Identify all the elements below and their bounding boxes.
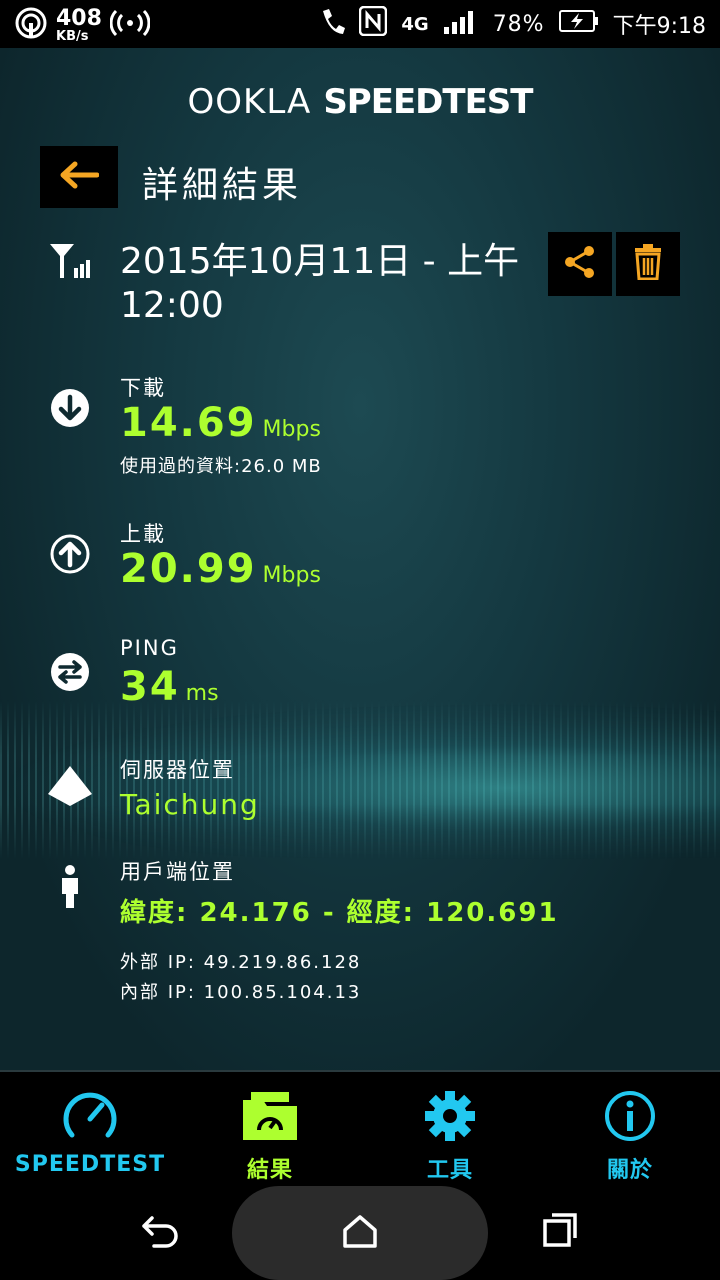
network-speed: 408 KB/s xyxy=(56,5,102,44)
test-datetime: 2015年10月11日 - 上午12:00 xyxy=(120,241,520,326)
ping-value: 34 ms xyxy=(120,664,219,710)
nav-tools-label: 工具 xyxy=(426,1158,473,1183)
back-arrow-icon xyxy=(140,1212,180,1252)
nav-results[interactable]: 結果 xyxy=(180,1072,360,1186)
ping-label: PING xyxy=(120,636,179,660)
data-used: 使用過的資料:26.0 MB xyxy=(120,456,322,477)
network-speed-value: 408 xyxy=(56,5,102,31)
server-location-icon xyxy=(46,764,94,808)
info-icon xyxy=(600,1088,660,1144)
network-speed-unit: KB/s xyxy=(56,28,89,44)
share-icon xyxy=(562,244,598,284)
server-label: 伺服器位置 xyxy=(120,758,235,782)
server-value: Taichung xyxy=(120,788,260,821)
system-home-button[interactable] xyxy=(232,1186,488,1280)
external-ip: 外部 IP: 49.219.86.128 xyxy=(120,952,362,973)
system-nav-bar xyxy=(0,1184,720,1280)
logo-brand: OOKLA xyxy=(187,82,312,122)
phone-signal-icon xyxy=(319,7,346,41)
network-type-badge: 4G xyxy=(401,13,429,35)
arrow-left-icon xyxy=(59,160,100,194)
nav-speedtest-label: SPEEDTEST xyxy=(14,1152,166,1177)
gear-icon xyxy=(420,1088,480,1144)
nfc-icon xyxy=(359,5,388,42)
client-coordinates: 緯度: 24.176 - 經度: 120.691 xyxy=(120,898,559,928)
nav-about-label: 關於 xyxy=(606,1158,653,1183)
download-speed: 14.69 xyxy=(120,400,257,446)
status-bar: 408 KB/s 4G 78% 下午9:18 xyxy=(0,0,720,48)
status-bar-left: 408 KB/s xyxy=(14,5,151,44)
upload-value: 20.99 Mbps xyxy=(120,546,321,592)
nav-results-label: 結果 xyxy=(246,1158,293,1183)
nav-about[interactable]: 關於 xyxy=(540,1072,720,1186)
wireless-broadcast-icon xyxy=(109,8,151,42)
logo-product: SPEEDTEST xyxy=(323,82,533,122)
recents-icon xyxy=(542,1212,578,1252)
results-folder-icon xyxy=(240,1088,300,1144)
cell-signal-icon xyxy=(443,7,479,41)
ping-ms: 34 xyxy=(120,664,180,710)
share-button[interactable] xyxy=(548,232,612,296)
internal-ip: 內部 IP: 100.85.104.13 xyxy=(120,982,362,1003)
bottom-nav: SPEEDTEST 結果 工具 關於 xyxy=(0,1070,720,1186)
download-label: 下載 xyxy=(120,376,166,400)
upload-speed: 20.99 xyxy=(120,546,257,592)
back-button[interactable] xyxy=(40,146,118,208)
upload-icon xyxy=(50,534,90,574)
battery-charging-icon xyxy=(558,9,599,39)
upload-label: 上載 xyxy=(120,522,166,546)
ping-icon xyxy=(50,652,90,692)
speedometer-icon xyxy=(60,1088,120,1144)
network-signal-icon xyxy=(48,240,94,280)
system-back-button[interactable] xyxy=(140,1212,180,1252)
upload-unit: Mbps xyxy=(262,563,321,588)
status-bar-right: 4G 78% 下午9:18 xyxy=(319,5,706,42)
nav-tools[interactable]: 工具 xyxy=(360,1072,540,1186)
delete-button[interactable] xyxy=(616,232,680,296)
download-value: 14.69 Mbps xyxy=(120,400,321,446)
hotspot-icon xyxy=(14,6,48,44)
trash-icon xyxy=(633,244,663,284)
battery-percent: 78% xyxy=(492,11,545,37)
client-label: 用戶端位置 xyxy=(120,860,235,884)
app-logo: OOKLA SPEEDTEST xyxy=(0,82,720,122)
download-unit: Mbps xyxy=(262,417,321,442)
home-icon xyxy=(342,1214,378,1252)
clock: 下午9:18 xyxy=(612,14,706,39)
download-icon xyxy=(50,388,90,428)
ping-unit: ms xyxy=(185,681,219,706)
wave-decoration xyxy=(0,700,720,860)
nav-speedtest[interactable]: SPEEDTEST xyxy=(0,1072,180,1186)
system-recents-button[interactable] xyxy=(540,1212,580,1252)
page-title: 詳細結果 xyxy=(142,165,303,206)
person-icon xyxy=(50,865,90,908)
